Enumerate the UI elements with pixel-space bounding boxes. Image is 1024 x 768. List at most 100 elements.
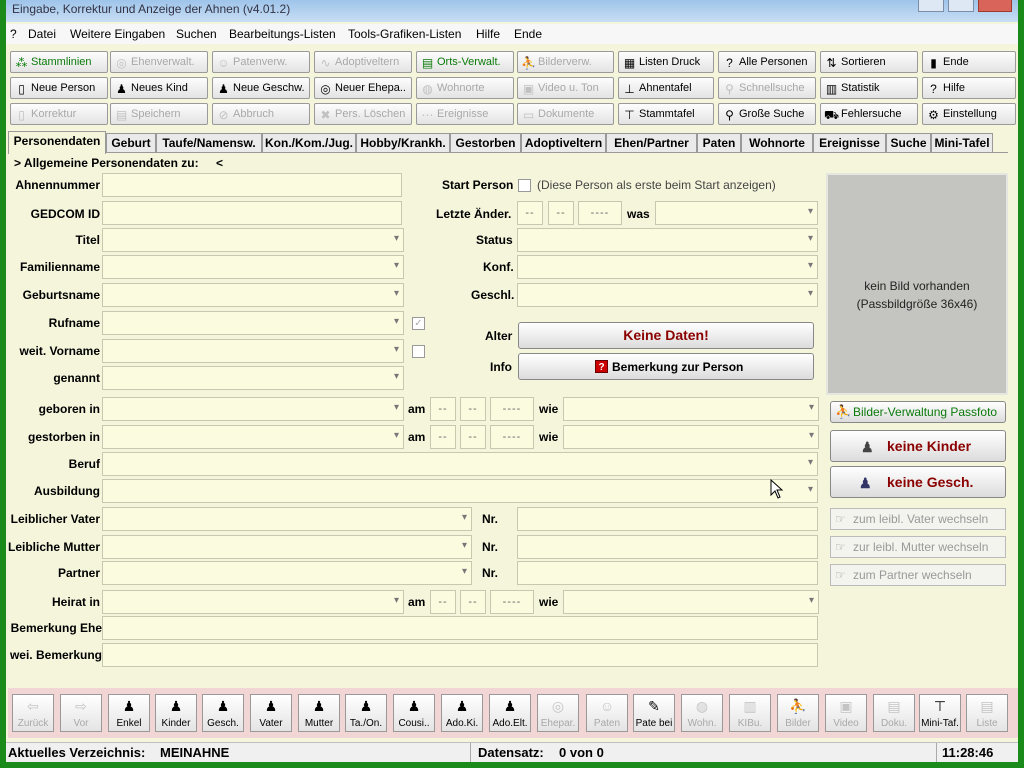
sortieren-button[interactable]: ⇅ Sortieren xyxy=(820,51,918,73)
weit-vorname-checkbox[interactable] xyxy=(412,345,425,358)
tab-hobby-krankh[interactable]: Hobby/Krankh. xyxy=(356,133,450,153)
letzte-aender-month-input[interactable]: -- xyxy=(548,201,574,225)
titel-select[interactable] xyxy=(102,228,404,252)
nav-cousi-button[interactable]: ♟ Cousi.. xyxy=(393,694,435,732)
leiblicher-vater-select[interactable] xyxy=(102,507,472,531)
status-select[interactable] xyxy=(517,228,818,252)
nav-pate-bei-button[interactable]: ✎ Pate bei xyxy=(633,694,675,732)
gestorben-year-input[interactable]: ---- xyxy=(490,425,534,449)
heirat-in-select[interactable] xyxy=(102,590,404,614)
zur-mutter-wechseln-button[interactable]: ☞ zur leibl. Mutter wechseln xyxy=(830,536,1006,558)
adoptiveltern-button[interactable]: ∿ Adoptiveltern xyxy=(314,51,412,73)
nav-zurueck-button[interactable]: ⇦ Zurück xyxy=(12,694,54,732)
menu-ende[interactable]: Ende xyxy=(514,27,542,41)
wei-bemerkung-input[interactable] xyxy=(102,643,818,667)
nav-paten-button[interactable]: ☺ Paten xyxy=(586,694,628,732)
menu-suchen[interactable]: Suchen xyxy=(176,27,217,41)
nav-mini-taf-button[interactable]: ⊤ Mini-Taf. xyxy=(919,694,961,732)
fehlersuche-button[interactable]: ⛟ Fehlersuche xyxy=(820,103,918,125)
geboren-in-select[interactable] xyxy=(102,397,404,421)
korrektur-button[interactable]: ▯ Korrektur xyxy=(10,103,108,125)
gestorben-month-input[interactable]: -- xyxy=(460,425,486,449)
was-select[interactable] xyxy=(655,201,818,225)
nav-kinder-button[interactable]: ♟ Kinder xyxy=(155,694,197,732)
zum-vater-wechseln-button[interactable]: ☞ zum leibl. Vater wechseln xyxy=(830,508,1006,530)
nav-mutter-button[interactable]: ♟ Mutter xyxy=(298,694,340,732)
keine-daten-button[interactable]: Keine Daten! xyxy=(518,322,814,349)
tab-ehen-partner[interactable]: Ehen/Partner xyxy=(606,133,697,153)
minimize-button[interactable] xyxy=(918,0,944,12)
stammlinien-button[interactable]: ⁂ Stammlinien xyxy=(10,51,108,73)
tab-wohnorte[interactable]: Wohnorte xyxy=(741,133,813,153)
beruf-select[interactable] xyxy=(102,452,818,476)
rufname-checkbox[interactable]: ✓ xyxy=(412,317,425,330)
zum-partner-wechseln-button[interactable]: ☞ zum Partner wechseln xyxy=(830,564,1006,586)
heirat-month-input[interactable]: -- xyxy=(460,590,486,614)
tab-personendaten[interactable]: Personendaten xyxy=(8,131,106,154)
maximize-button[interactable] xyxy=(948,0,974,12)
neue-geschw-button[interactable]: ♟ Neue Geschw. xyxy=(212,77,310,99)
nav-kibu-button[interactable]: ▥ KIBu. xyxy=(729,694,771,732)
ehenverwalt-button[interactable]: ◎ Ehenverwalt. xyxy=(110,51,208,73)
bilder-verwaltung-button[interactable]: ⛹ Bilder-Verwaltung Passfoto xyxy=(830,401,1006,423)
bilderverw-button[interactable]: ⛹ Bilderverw. xyxy=(517,51,614,73)
keine-kinder-button[interactable]: ♟ keine Kinder xyxy=(830,430,1006,462)
heirat-day-input[interactable]: -- xyxy=(430,590,456,614)
tab-mini-tafel[interactable]: Mini-Tafel xyxy=(931,133,993,153)
statistik-button[interactable]: ▥ Statistik xyxy=(820,77,918,99)
familienname-select[interactable] xyxy=(102,255,404,279)
menu-help-question[interactable]: ? xyxy=(10,27,17,41)
dokumente-button[interactable]: ▭ Dokumente xyxy=(517,103,614,125)
menu-datei[interactable]: Datei xyxy=(28,27,56,41)
menu-hilfe[interactable]: Hilfe xyxy=(476,27,500,41)
alle-personen-button[interactable]: ? Alle Personen xyxy=(718,51,816,73)
konf-select[interactable] xyxy=(517,255,818,279)
nav-ado-elt-button[interactable]: ♟ Ado.Elt. xyxy=(489,694,531,732)
menu-weitere-eingaben[interactable]: Weitere Eingaben xyxy=(70,27,165,41)
nav-ehepar-button[interactable]: ◎ Ehepar. xyxy=(537,694,579,732)
partner-select[interactable] xyxy=(102,561,472,585)
keine-geschwister-button[interactable]: ♟ keine Gesch. xyxy=(830,466,1006,498)
stammtafel-button[interactable]: ⊤ Stammtafel xyxy=(618,103,714,125)
ereignisse-button[interactable]: ⋯ Ereignisse xyxy=(416,103,514,125)
gestorben-wie-select[interactable] xyxy=(563,425,819,449)
pers-loeschen-button[interactable]: ✖ Pers. Löschen xyxy=(314,103,412,125)
nav-ta-on-button[interactable]: ♟ Ta./On. xyxy=(345,694,387,732)
close-button[interactable] xyxy=(978,0,1012,12)
tab-ereignisse[interactable]: Ereignisse xyxy=(813,133,886,153)
tab-taufe-namensw[interactable]: Taufe/Namensw. xyxy=(156,133,262,153)
vater-nr-input[interactable] xyxy=(517,507,818,531)
nav-enkel-button[interactable]: ♟ Enkel xyxy=(108,694,150,732)
tab-paten[interactable]: Paten xyxy=(697,133,741,153)
video-u-ton-button[interactable]: ▣ Video u. Ton xyxy=(517,77,614,99)
ende-button[interactable]: ▮ Ende xyxy=(922,51,1016,73)
abbruch-button[interactable]: ⊘ Abbruch xyxy=(212,103,310,125)
nav-gesch-button[interactable]: ♟ Gesch. xyxy=(202,694,244,732)
nav-bilder-button[interactable]: ⛹ Bilder xyxy=(777,694,819,732)
photo-area[interactable]: kein Bild vorhanden (Passbildgröße 36x46… xyxy=(826,173,1008,395)
geboren-wie-select[interactable] xyxy=(563,397,819,421)
heirat-year-input[interactable]: ---- xyxy=(490,590,534,614)
leibliche-mutter-select[interactable] xyxy=(102,535,472,559)
genannt-select[interactable] xyxy=(102,366,404,390)
heirat-wie-select[interactable] xyxy=(563,590,819,614)
tab-gestorben[interactable]: Gestorben xyxy=(450,133,521,153)
tab-kon-kom-jug[interactable]: Kon./Kom./Jug. xyxy=(262,133,356,153)
mutter-nr-input[interactable] xyxy=(517,535,818,559)
neuer-ehepa-button[interactable]: ◎ Neuer Ehepa.. xyxy=(314,77,412,99)
start-person-checkbox[interactable] xyxy=(518,179,531,192)
menu-bearbeitungs-listen[interactable]: Bearbeitungs-Listen xyxy=(229,27,336,41)
geschl-select[interactable] xyxy=(517,283,818,307)
schnellsuche-button[interactable]: ⚲ Schnellsuche xyxy=(718,77,816,99)
nav-liste-button[interactable]: ▤ Liste xyxy=(966,694,1008,732)
einstellung-button[interactable]: ⚙ Einstellung xyxy=(922,103,1016,125)
geburtsname-select[interactable] xyxy=(102,283,404,307)
listen-druck-button[interactable]: ▦ Listen Druck xyxy=(618,51,714,73)
nav-doku-button[interactable]: ▤ Doku. xyxy=(873,694,915,732)
gestorben-day-input[interactable]: -- xyxy=(430,425,456,449)
letzte-aender-day-input[interactable]: -- xyxy=(517,201,543,225)
letzte-aender-year-input[interactable]: ---- xyxy=(578,201,622,225)
weit-vorname-select[interactable] xyxy=(102,339,404,363)
hilfe-button[interactable]: ? Hilfe xyxy=(922,77,1016,99)
grosse-suche-button[interactable]: ⚲ Große Suche xyxy=(718,103,816,125)
